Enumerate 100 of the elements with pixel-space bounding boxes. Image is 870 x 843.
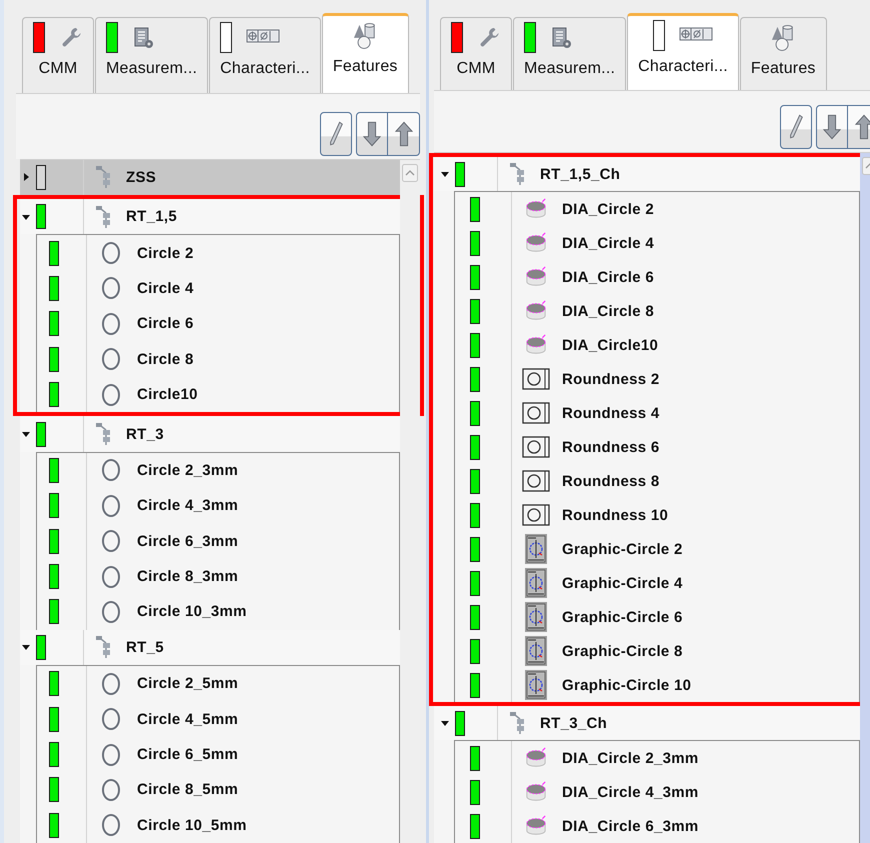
- item-label: Graphic-Circle 6: [562, 608, 683, 626]
- tree-item[interactable]: DIA_Circle 6_3mm: [455, 809, 859, 843]
- tab[interactable]: Measurem...: [513, 17, 626, 90]
- roundness-icon: [522, 470, 550, 492]
- tree-item[interactable]: Circle 8: [37, 342, 399, 377]
- collapse-arrow-icon[interactable]: [441, 170, 449, 178]
- move-down-button[interactable]: [356, 112, 388, 156]
- tree-item[interactable]: Circle 6_5mm: [37, 736, 399, 772]
- group-label: RT_5: [126, 638, 164, 656]
- tab[interactable]: CMM: [22, 17, 94, 93]
- tree-item[interactable]: Circle 6_3mm: [37, 523, 399, 559]
- tab[interactable]: Measurem...: [95, 17, 208, 93]
- group-label: RT_1,5: [126, 208, 177, 226]
- tree-item[interactable]: Circle 10_5mm: [37, 808, 399, 843]
- tree-item[interactable]: Circle10: [37, 376, 399, 412]
- tree-item[interactable]: DIA_Circle 2: [455, 192, 859, 226]
- item-label: Circle 2: [137, 244, 194, 262]
- item-label: Circle10: [137, 386, 198, 404]
- tab[interactable]: Characteri...: [627, 13, 739, 90]
- circle-icon: [100, 458, 122, 482]
- tree-item[interactable]: DIA_Circle10: [455, 328, 859, 362]
- move-down-button[interactable]: [816, 105, 848, 149]
- tree-group-row[interactable]: RT_1,5: [20, 198, 400, 234]
- item-label: Graphic-Circle 10: [562, 676, 692, 694]
- tolerance-symbol-icon: [246, 28, 280, 44]
- shapes-icon: [771, 24, 796, 52]
- group-label: ZSS: [126, 168, 156, 186]
- item-label: Circle 6: [137, 315, 194, 332]
- tree-item[interactable]: Graphic-Circle 10: [455, 668, 859, 702]
- hierarchy-icon: [509, 162, 525, 186]
- tree-item[interactable]: DIA_Circle 2_3mm: [455, 741, 859, 775]
- circle-icon: [100, 276, 122, 300]
- tree-item[interactable]: DIA_Circle 4_3mm: [455, 775, 859, 809]
- collapse-arrow-icon[interactable]: [22, 430, 30, 438]
- tree-item[interactable]: Circle 4_3mm: [37, 488, 399, 524]
- circle-icon: [100, 742, 122, 767]
- tree-item[interactable]: Roundness 8: [455, 464, 859, 498]
- item-label: DIA_Circle10: [562, 336, 658, 354]
- tree-item[interactable]: Roundness 6: [455, 430, 859, 464]
- tree-item[interactable]: Graphic-Circle 2: [455, 532, 859, 566]
- item-label: Circle 6_5mm: [137, 746, 238, 764]
- circle-icon: [100, 347, 122, 372]
- tree-item[interactable]: Roundness 4: [455, 396, 859, 430]
- edit-button[interactable]: [780, 105, 812, 149]
- shapes-icon: [353, 22, 378, 50]
- tree-item[interactable]: Graphic-Circle 4: [455, 566, 859, 600]
- tree-group-row[interactable]: RT_5: [20, 630, 400, 666]
- tree-item[interactable]: Circle 2_3mm: [37, 452, 399, 488]
- tree-item[interactable]: Circle 8_3mm: [37, 558, 399, 594]
- item-label: Circle 4: [137, 280, 194, 297]
- arrow-down-icon: [823, 112, 841, 142]
- item-label: Graphic-Circle 2: [562, 540, 683, 558]
- hierarchy-icon: [95, 635, 111, 660]
- tree-item[interactable]: Graphic-Circle 8: [455, 634, 859, 668]
- tree-item[interactable]: Circle 8_5mm: [37, 772, 399, 808]
- item-label: Circle 4_5mm: [137, 710, 238, 728]
- circle-plot-icon: [525, 636, 547, 666]
- roundness-icon: [522, 368, 550, 390]
- tree-item[interactable]: Circle 10_3mm: [37, 594, 399, 630]
- tree-item[interactable]: Circle 2_5mm: [37, 666, 399, 702]
- tab[interactable]: Characteri...: [209, 17, 321, 93]
- group-label: RT_3: [126, 426, 164, 442]
- tree-item[interactable]: Roundness 2: [455, 362, 859, 396]
- tab[interactable]: Features: [322, 13, 409, 93]
- tab[interactable]: CMM: [440, 17, 512, 90]
- tolerance-symbol-icon: [679, 26, 713, 42]
- tree-item[interactable]: Roundness 10: [455, 498, 859, 532]
- item-label: Roundness 4: [562, 404, 660, 422]
- collapse-arrow-icon[interactable]: [441, 719, 449, 727]
- tree-item[interactable]: Circle 2: [37, 235, 399, 271]
- tree-group-row[interactable]: ZSS: [20, 160, 400, 195]
- circle-icon: [100, 672, 122, 696]
- tree-item[interactable]: Graphic-Circle 6: [455, 600, 859, 634]
- item-label: Circle 8: [137, 350, 194, 368]
- collapse-arrow-icon[interactable]: [22, 643, 30, 652]
- tree-item[interactable]: Circle 4_5mm: [37, 701, 399, 737]
- scrollbar[interactable]: [400, 160, 420, 843]
- item-label: Roundness 6: [562, 438, 660, 456]
- hierarchy-icon: [95, 422, 111, 446]
- item-label: Circle 6_3mm: [137, 532, 238, 550]
- item-label: DIA_Circle 4: [562, 234, 654, 252]
- item-label: DIA_Circle 2_3mm: [562, 750, 699, 766]
- circle-icon: [100, 813, 122, 838]
- item-label: DIA_Circle 6: [562, 268, 654, 286]
- tree-item[interactable]: DIA_Circle 6: [455, 260, 859, 294]
- circle-icon: [100, 778, 122, 802]
- expand-arrow-icon[interactable]: [22, 173, 30, 182]
- item-label: Roundness 8: [562, 472, 660, 490]
- item-label: Circle 8_3mm: [137, 568, 238, 586]
- item-label: Circle 4_3mm: [137, 497, 238, 514]
- move-up-button[interactable]: [388, 112, 420, 156]
- collapse-arrow-icon[interactable]: [22, 212, 30, 221]
- group-label: RT_3_Ch: [540, 714, 608, 732]
- tree-item[interactable]: Circle 4: [37, 270, 399, 306]
- tab[interactable]: Features: [740, 17, 827, 90]
- tree-item[interactable]: DIA_Circle 8: [455, 294, 859, 328]
- item-label: DIA_Circle 2: [562, 200, 654, 218]
- tree-item[interactable]: Circle 6: [37, 306, 399, 342]
- edit-button[interactable]: [320, 112, 352, 156]
- tree-item[interactable]: DIA_Circle 4: [455, 226, 859, 260]
